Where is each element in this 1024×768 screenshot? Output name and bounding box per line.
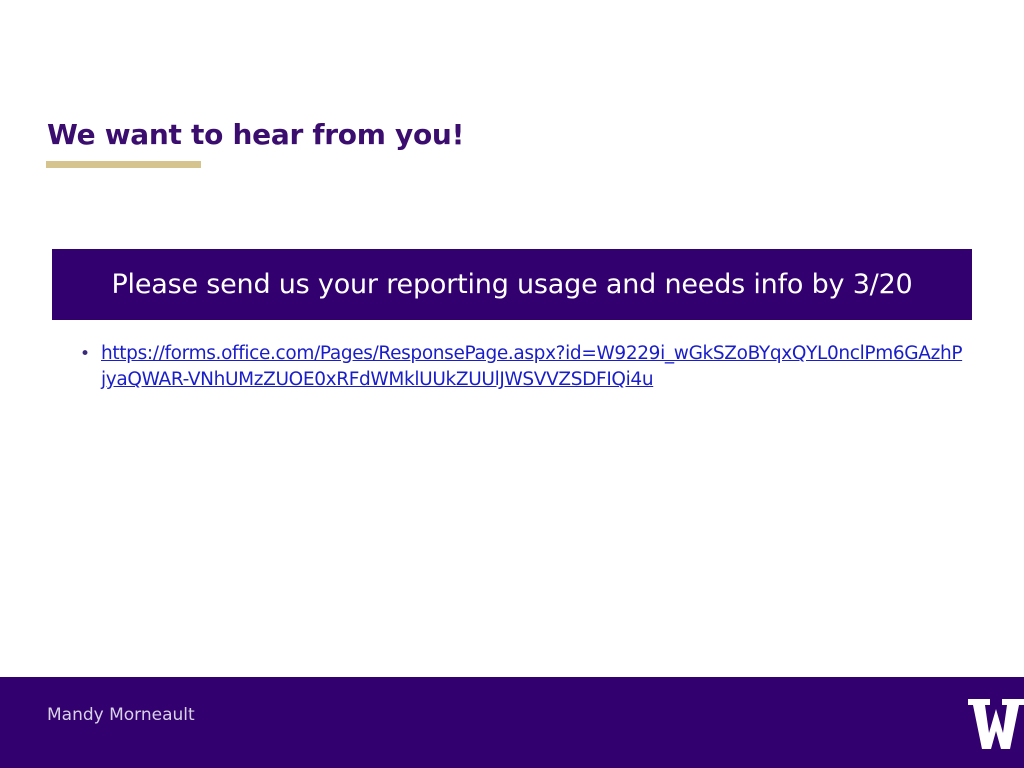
title-underline [46, 161, 201, 168]
banner: Please send us your reporting usage and … [52, 249, 972, 320]
list-item: • https://forms.office.com/Pages/Respons… [80, 341, 966, 393]
footer: Mandy Morneault [0, 677, 1024, 768]
bullet-list: • https://forms.office.com/Pages/Respons… [80, 341, 966, 393]
bullet-icon: • [80, 344, 91, 364]
uw-w-logo-icon [968, 699, 1024, 749]
banner-text: Please send us your reporting usage and … [111, 269, 913, 300]
slide-title: We want to hear from you! [47, 118, 465, 151]
form-link[interactable]: https://forms.office.com/Pages/ResponseP… [101, 341, 963, 393]
footer-author: Mandy Morneault [47, 705, 195, 725]
